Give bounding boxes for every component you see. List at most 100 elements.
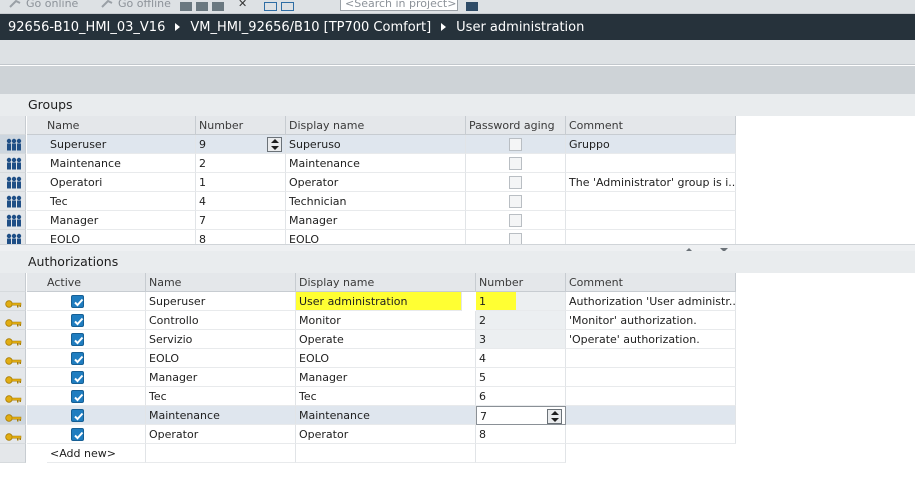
auth-name[interactable]: Superuser	[146, 292, 296, 311]
group-name[interactable]: Manager	[27, 211, 196, 230]
spinner-up-icon[interactable]	[271, 139, 279, 143]
stop-simulation-icon[interactable]	[212, 1, 224, 11]
group-name[interactable]: Maintenance	[27, 154, 196, 173]
auth-table-row[interactable]: Manager Manager 5	[0, 368, 736, 387]
auth-row-header[interactable]	[0, 406, 26, 425]
auth-row-header[interactable]	[0, 330, 26, 349]
auth-comment[interactable]	[566, 349, 736, 368]
group-name[interactable]: Tec	[27, 192, 196, 211]
group-comment[interactable]: The 'Administrator' group is i...	[566, 173, 736, 192]
auth-active[interactable]	[27, 330, 146, 349]
auth-comment[interactable]	[566, 387, 736, 406]
group-name[interactable]: Superuser	[27, 135, 196, 154]
auth-col-name[interactable]: Name	[146, 273, 296, 292]
auth-name[interactable]: EOLO	[146, 349, 296, 368]
auth-active[interactable]	[27, 425, 146, 444]
active-checkbox[interactable]	[71, 409, 84, 422]
groups-col-password-aging[interactable]: Password aging	[466, 116, 566, 135]
auth-active[interactable]	[27, 387, 146, 406]
split-vertical-icon[interactable]	[281, 1, 294, 11]
auth-number[interactable]: 6	[476, 387, 566, 406]
auth-table-row[interactable]: Maintenance Maintenance 7	[0, 406, 736, 425]
spinner-down-icon[interactable]	[551, 418, 559, 422]
groups-col-display-name[interactable]: Display name	[286, 116, 466, 135]
password-aging-checkbox[interactable]	[509, 195, 522, 208]
auth-display-name[interactable]: Monitor	[296, 311, 476, 330]
auth-number[interactable]: 5	[476, 368, 566, 387]
group-display-name[interactable]: Manager	[286, 211, 466, 230]
groups-table-row[interactable]: Maintenance 2 Maintenance	[0, 154, 736, 173]
auth-active[interactable]	[27, 368, 146, 387]
group-row-header[interactable]	[0, 192, 26, 211]
group-number[interactable]: 4	[196, 192, 286, 211]
auth-name[interactable]: Manager	[146, 368, 296, 387]
active-checkbox[interactable]	[71, 352, 84, 365]
auth-active[interactable]	[27, 349, 146, 368]
auth-col-number[interactable]: Number	[476, 273, 566, 292]
active-checkbox[interactable]	[71, 295, 84, 308]
auth-display-name[interactable]: User administration	[296, 292, 462, 311]
accessible-devices-icon[interactable]	[180, 1, 192, 11]
groups-table-row[interactable]: Superuser 9 Superuso Gruppo	[0, 135, 736, 154]
group-password-aging[interactable]	[466, 154, 566, 173]
groups-col-number[interactable]: Number	[196, 116, 286, 135]
split-horizontal-icon[interactable]	[264, 1, 277, 11]
search-input[interactable]: <Search in project>	[340, 0, 458, 11]
auth-table-row[interactable]: Operator Operator 8	[0, 425, 736, 444]
splitter-arrows[interactable]	[682, 244, 742, 252]
group-display-name[interactable]: Superuso	[286, 135, 466, 154]
group-row-header[interactable]	[0, 230, 26, 244]
auth-table-row[interactable]: Servizio Operate 3 'Operate' authorization.	[0, 330, 736, 349]
group-display-name[interactable]: Technician	[286, 192, 466, 211]
auth-comment[interactable]	[566, 425, 736, 444]
auth-comment[interactable]: 'Monitor' authorization.	[566, 311, 736, 330]
number-spinner[interactable]	[547, 409, 562, 424]
auth-number[interactable]: 1	[476, 292, 516, 310]
password-aging-checkbox[interactable]	[509, 176, 522, 189]
groups-table-row[interactable]: EOLO 8 EOLO	[0, 230, 736, 244]
active-checkbox[interactable]	[71, 390, 84, 403]
group-name[interactable]: EOLO	[27, 230, 196, 244]
auth-col-display-name[interactable]: Display name	[296, 273, 476, 292]
auth-col-comment[interactable]: Comment	[566, 273, 736, 292]
group-password-aging[interactable]	[466, 173, 566, 192]
group-row-header[interactable]	[0, 211, 26, 230]
auth-row-header[interactable]	[0, 444, 26, 463]
group-row-header[interactable]	[0, 173, 26, 192]
splitter[interactable]	[0, 244, 915, 251]
auth-number-editor[interactable]: 7	[480, 410, 487, 423]
go-online-button[interactable]: Go online	[8, 0, 78, 11]
auth-name[interactable]: Controllo	[146, 311, 296, 330]
auth-number-cell[interactable]: 7	[476, 406, 566, 425]
auth-row-header[interactable]	[0, 368, 26, 387]
auth-add-new-row[interactable]: <Add new>	[0, 444, 736, 463]
group-comment[interactable]	[566, 192, 736, 211]
group-number[interactable]: 8	[196, 230, 286, 244]
start-simulation-icon[interactable]	[196, 1, 208, 11]
auth-comment[interactable]: 'Operate' authorization.	[566, 330, 736, 349]
active-checkbox[interactable]	[71, 314, 84, 327]
auth-display-name[interactable]: Tec	[296, 387, 476, 406]
auth-active[interactable]	[27, 292, 146, 311]
group-password-aging[interactable]	[466, 230, 566, 244]
group-row-header[interactable]	[0, 135, 26, 154]
breadcrumb-project[interactable]: 92656-B10_HMI_03_V16	[8, 20, 165, 35]
auth-name[interactable]: Maintenance	[146, 406, 296, 425]
group-display-name[interactable]: Maintenance	[286, 154, 466, 173]
group-number-cell[interactable]: 9	[196, 135, 286, 154]
auth-number[interactable]: 3	[476, 330, 566, 349]
breadcrumb-device[interactable]: VM_HMI_92656/B10 [TP700 Comfort]	[190, 20, 431, 35]
auth-table-row[interactable]: Controllo Monitor 2 'Monitor' authorization…	[0, 311, 736, 330]
group-name[interactable]: Operatori	[27, 173, 196, 192]
auth-number[interactable]: 8	[476, 425, 566, 444]
group-password-aging[interactable]	[466, 211, 566, 230]
auth-number[interactable]: 2	[476, 311, 566, 330]
groups-table-row[interactable]: Operatori 1 Operator The 'Administrator' gr…	[0, 173, 736, 192]
groups-col-name[interactable]: Name	[27, 116, 196, 135]
password-aging-checkbox[interactable]	[509, 138, 522, 151]
auth-display-name[interactable]: Maintenance	[296, 406, 476, 425]
group-display-name[interactable]: Operator	[286, 173, 466, 192]
auth-active[interactable]	[27, 311, 146, 330]
group-comment[interactable]	[566, 154, 736, 173]
auth-table-row[interactable]: Tec Tec 6	[0, 387, 736, 406]
